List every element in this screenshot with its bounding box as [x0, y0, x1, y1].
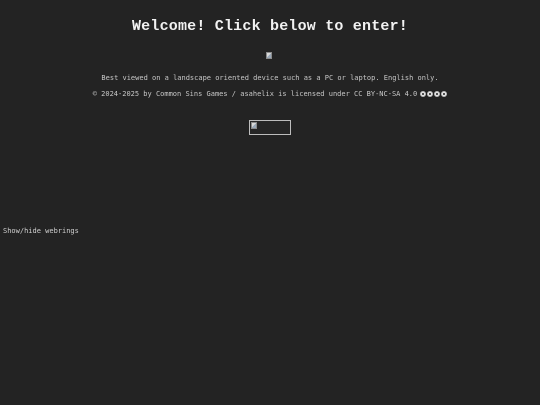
- license-text[interactable]: © 2024-2025 by Common Sins Games / asahe…: [93, 90, 418, 98]
- show-hide-webrings-link[interactable]: Show/hide webrings: [3, 227, 79, 235]
- broken-image-icon: [251, 122, 257, 129]
- page-title: Welcome! Click below to enter!: [131, 18, 409, 35]
- cc-icon-group: [419, 91, 448, 99]
- enter-image-link[interactable]: [266, 52, 274, 60]
- broken-image-icon: [266, 52, 272, 59]
- nc-icon: [434, 91, 441, 97]
- license-line: © 2024-2025 by Common Sins Games / asahe…: [0, 90, 540, 99]
- sa-icon: [441, 91, 448, 97]
- by-icon: [427, 91, 434, 97]
- webring-banner[interactable]: [249, 120, 291, 135]
- cc-icon: [420, 91, 427, 97]
- page: Welcome! Click below to enter! Best view…: [0, 0, 540, 405]
- device-notice: Best viewed on a landscape oriented devi…: [101, 74, 439, 82]
